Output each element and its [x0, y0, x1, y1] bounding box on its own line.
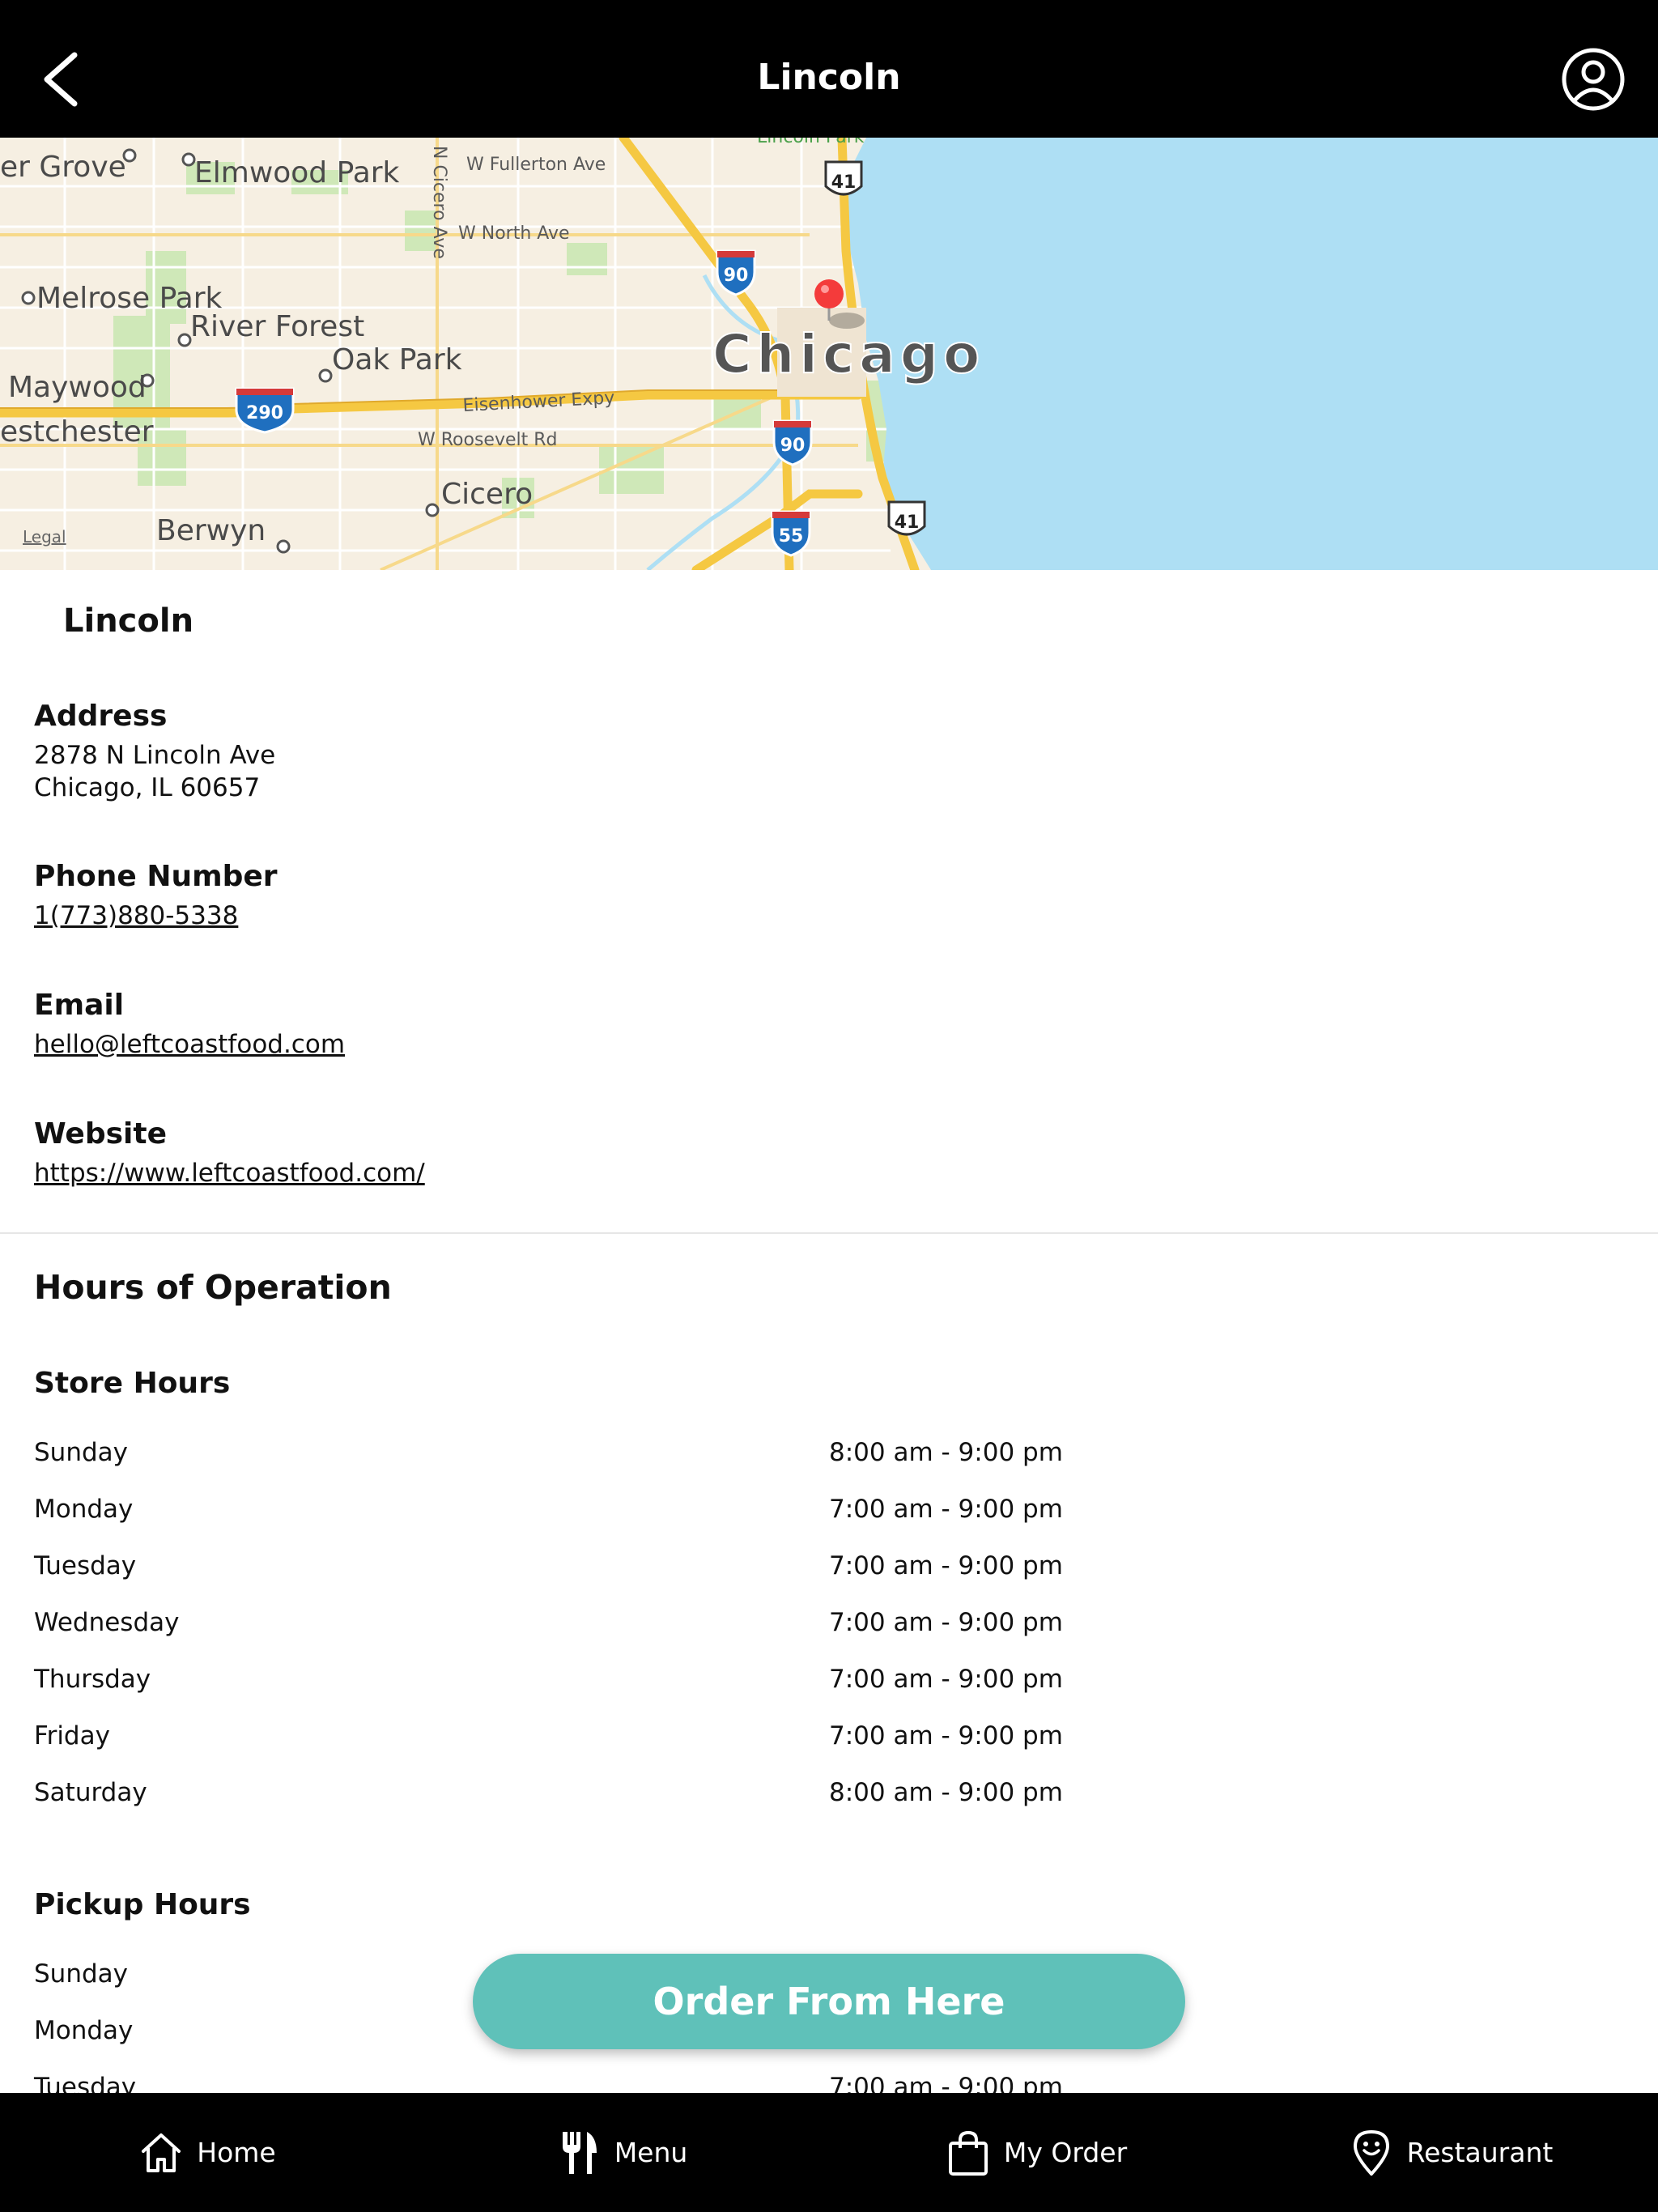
pickup-hours-label: Pickup Hours [34, 1888, 251, 1921]
hours-time: 7:00 am - 9:00 pm [829, 1551, 1063, 1580]
map-label-river-grove: er Grove [0, 151, 126, 184]
phone-label: Phone Number [34, 860, 278, 893]
top-app-bar: Lincoln [0, 0, 1658, 138]
website-link[interactable]: https://www.leftcoastfood.com/ [34, 1159, 425, 1188]
store-hours-row: Friday 7:00 am - 9:00 pm [34, 1721, 1167, 1754]
hours-time: 7:00 am - 9:00 pm [829, 1608, 1063, 1637]
profile-button[interactable] [1561, 47, 1626, 112]
nav-my-order-label: My Order [1003, 2137, 1128, 2168]
hours-time: 7:00 am - 9:00 pm [829, 1665, 1063, 1694]
map-label-cicero-ave: N Cicero Ave [429, 146, 449, 259]
us-41-shield: 41 [887, 500, 926, 536]
svg-text:290: 290 [246, 403, 283, 423]
store-hours-row: Monday 7:00 am - 9:00 pm [34, 1495, 1167, 1527]
store-hours-row: Sunday 8:00 am - 9:00 pm [34, 1438, 1167, 1470]
map-label-westchester: estchester [0, 415, 154, 449]
map-label-north-ave: W North Ave [458, 223, 570, 244]
hours-day: Friday [34, 1721, 110, 1750]
location-name: Lincoln [63, 602, 194, 640]
map-label-maywood: Maywood [8, 371, 147, 404]
shopping-bag-icon [948, 2130, 988, 2176]
hours-day: Wednesday [34, 1608, 180, 1637]
map-label-roosevelt: W Roosevelt Rd [418, 430, 558, 450]
hours-time: 8:00 am - 9:00 pm [829, 1778, 1063, 1807]
hours-day: Saturday [34, 1778, 147, 1807]
home-icon [142, 2133, 181, 2172]
store-hours-label: Store Hours [34, 1367, 231, 1400]
map-label-chicago: Chicago [712, 323, 984, 385]
store-hours-row: Saturday 8:00 am - 9:00 pm [34, 1778, 1167, 1810]
hours-time: 7:00 am - 9:00 pm [829, 1721, 1063, 1750]
hours-day: Sunday [34, 1438, 128, 1467]
hours-time: 8:00 am - 9:00 pm [829, 1438, 1063, 1467]
address-line1: 2878 N Lincoln Ave [34, 741, 276, 770]
svg-text:55: 55 [779, 526, 804, 547]
map-legal-link[interactable]: Legal [23, 527, 66, 547]
phone-link[interactable]: 1(773)880-5338 [34, 901, 238, 930]
smile-pin-icon [1353, 2129, 1389, 2176]
interstate-55-shield: 55 [771, 510, 811, 557]
interstate-90-shield: 90 [716, 249, 756, 296]
svg-text:90: 90 [724, 266, 749, 286]
map-label-lincoln-park: Lincoln Park [757, 138, 865, 147]
map-label-berwyn: Berwyn [156, 514, 266, 547]
svg-text:41: 41 [831, 172, 857, 193]
store-hours-row: Thursday 7:00 am - 9:00 pm [34, 1665, 1167, 1697]
hours-title: Hours of Operation [34, 1268, 392, 1307]
nav-home-label: Home [197, 2137, 276, 2168]
hours-day: Tuesday [34, 1551, 137, 1580]
section-divider [0, 1232, 1658, 1234]
nav-restaurant[interactable]: Restaurant [1244, 2093, 1658, 2212]
fork-knife-icon [562, 2131, 597, 2174]
email-link[interactable]: hello@leftcoastfood.com [34, 1030, 345, 1059]
hours-day: Thursday [34, 1665, 151, 1694]
interstate-90-shield: 90 [772, 419, 813, 466]
website-label: Website [34, 1117, 168, 1151]
svg-text:41: 41 [895, 513, 920, 533]
map-label-elmwood-park: Elmwood Park [194, 156, 400, 189]
location-map[interactable]: er Grove Elmwood Park Melrose Park River… [0, 138, 1658, 570]
user-account-icon [1562, 48, 1625, 111]
us-41-shield: 41 [824, 160, 863, 196]
nav-home[interactable]: Home [0, 2093, 414, 2212]
nav-my-order[interactable]: My Order [829, 2093, 1244, 2212]
map-label-fullerton: W Fullerton Ave [466, 155, 606, 175]
nav-restaurant-label: Restaurant [1406, 2137, 1554, 2168]
map-label-oak-park: Oak Park [332, 343, 462, 376]
email-label: Email [34, 989, 125, 1022]
interstate-290-shield: 290 [235, 387, 295, 434]
hours-day: Monday [34, 1495, 134, 1524]
svg-text:90: 90 [780, 436, 806, 456]
address-label: Address [34, 700, 168, 733]
store-hours-row: Wednesday 7:00 am - 9:00 pm [34, 1608, 1167, 1640]
map-label-river-forest: River Forest [190, 310, 364, 343]
hours-time: 7:00 am - 9:00 pm [829, 1495, 1063, 1524]
order-from-here-button[interactable]: Order From Here [473, 1954, 1185, 2049]
page-title: Lincoln [757, 57, 901, 98]
store-hours-row: Tuesday 7:00 am - 9:00 pm [34, 1551, 1167, 1584]
hours-day: Monday [34, 2016, 134, 2045]
nav-menu-label: Menu [614, 2137, 688, 2168]
map-label-cicero: Cicero [441, 478, 533, 511]
bottom-nav: Home Menu My Order Restaurant [0, 2093, 1658, 2212]
nav-menu[interactable]: Menu [414, 2093, 829, 2212]
address-line2: Chicago, IL 60657 [34, 773, 261, 802]
hours-day: Sunday [34, 1959, 128, 1989]
